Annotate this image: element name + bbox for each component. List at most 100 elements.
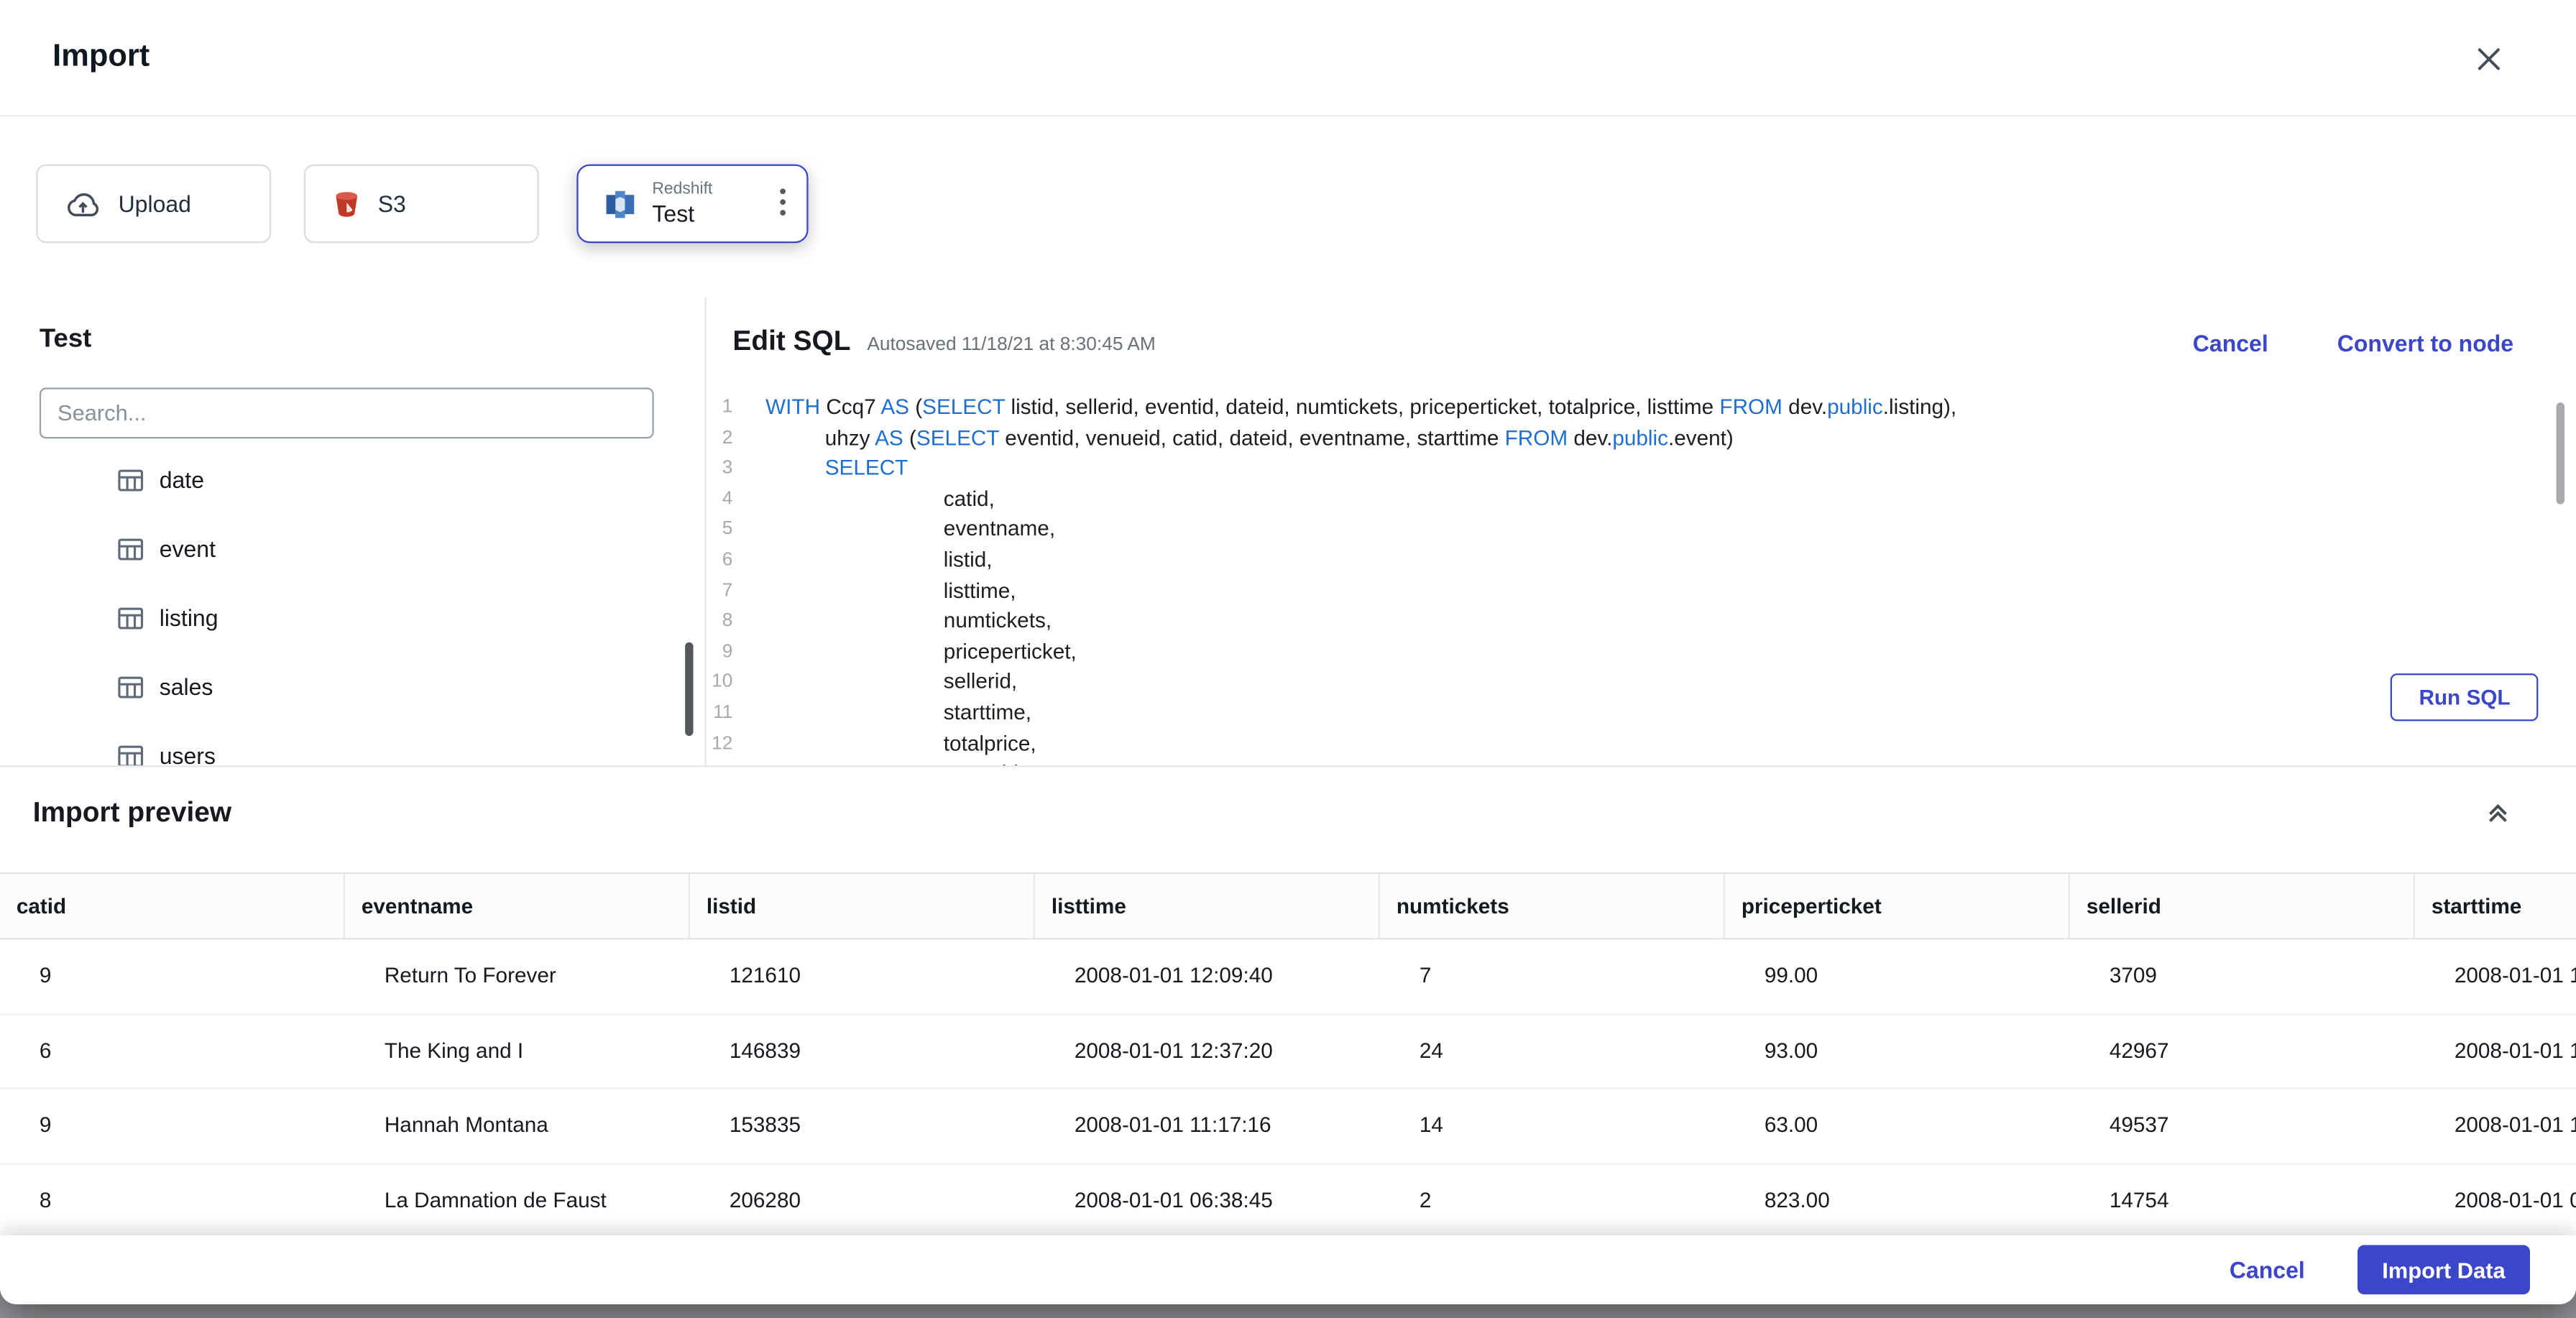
table-cell: 2	[1419, 1186, 1432, 1212]
kebab-menu-button[interactable]	[776, 183, 791, 224]
upload-card-label: Upload	[118, 190, 191, 217]
upload-card[interactable]: Upload	[36, 164, 272, 244]
modal-title: Import	[52, 39, 150, 74]
redshift-card-name: Test	[652, 200, 695, 226]
import-data-button[interactable]: Import Data	[2357, 1245, 2530, 1295]
redshift-card[interactable]: Redshift Test	[576, 164, 809, 244]
modal-scrollbar[interactable]	[2556, 402, 2564, 504]
sql-code-line: SELECT	[824, 455, 908, 480]
table-cell: Return To Forever	[384, 962, 556, 987]
table-name: users	[159, 742, 216, 766]
line-number: 13	[708, 759, 732, 765]
line-number: 8	[722, 611, 733, 632]
table-icon	[116, 466, 144, 494]
line-number: 12	[712, 733, 733, 754]
table-cell: 2008-01-01 1	[2454, 962, 2576, 987]
table-row: 8 La Damnation de Faust 206280 2008-01-01 0…	[0, 1163, 2576, 1239]
column-header-priceperticket: priceperticket	[1725, 873, 2070, 939]
table-cell: 2008-01-01 11:17:16	[1074, 1112, 1271, 1137]
table-cell: 99.00	[1764, 962, 1818, 987]
column-header-listid: listid	[690, 873, 1035, 939]
table-cell: 93.00	[1764, 1037, 1818, 1062]
table-icon	[116, 742, 144, 766]
table-cell: 14754	[2109, 1186, 2169, 1212]
sidebar-table-item-listing[interactable]: listing	[0, 583, 705, 652]
table-cell: 63.00	[1764, 1112, 1818, 1137]
connection-name-heading: Test	[39, 325, 92, 354]
cancel-button[interactable]: Cancel	[2230, 1257, 2305, 1284]
convert-to-node-link[interactable]: Convert to node	[2337, 330, 2513, 356]
table-cell: 7	[1419, 962, 1432, 987]
sql-editor[interactable]: 12345678910111213 WITH Ccq7 AS (SELECT l…	[708, 390, 2576, 766]
table-cell: 42967	[2109, 1037, 2169, 1062]
kebab-icon	[778, 186, 786, 221]
line-number: 7	[722, 581, 733, 601]
sql-code-line: venueid,	[765, 759, 1956, 766]
table-cell: 14	[1419, 1112, 1443, 1137]
close-icon	[2476, 47, 2503, 76]
table-cell: 9	[39, 1112, 52, 1137]
table-name: listing	[159, 604, 218, 631]
table-row: 6 The King and I 146839 2008-01-01 12:37:20…	[0, 1014, 2576, 1089]
sql-code[interactable]: WITH Ccq7 AS (SELECT listid, sellerid, e…	[732, 390, 1957, 766]
cancel-sql-link[interactable]: Cancel	[2193, 330, 2268, 356]
line-number: 5	[722, 520, 733, 540]
sql-code-line: WITH Ccq7 AS (SELECT listid, sellerid, e…	[765, 394, 1957, 419]
line-number: 4	[722, 489, 733, 510]
preview-table-body: 9 Return To Forever 121610 2008-01-01 12:09…	[0, 939, 2576, 1239]
import-modal: Import Upload S3 Redshift Test Test Sear…	[0, 0, 2576, 1304]
table-row: 9 Hannah Montana 153835 2008-01-01 11:17:16…	[0, 1089, 2576, 1164]
run-sql-button[interactable]: Run SQL	[2391, 673, 2539, 722]
table-cell: 3709	[2109, 962, 2157, 987]
import-preview-title: Import preview	[32, 796, 232, 828]
sidebar-scrollbar[interactable]	[685, 642, 694, 736]
sidebar: Test date event listing sales users	[0, 297, 707, 766]
line-number: 10	[712, 672, 733, 693]
s3-icon	[332, 189, 362, 218]
table-cell: 2008-01-01 12:09:40	[1074, 962, 1273, 987]
sidebar-table-item-users[interactable]: users	[0, 721, 705, 766]
table-icon	[116, 673, 144, 701]
table-cell: 2008-01-01 12:37:20	[1074, 1037, 1273, 1062]
table-cell: 2008-01-01 1	[2454, 1112, 2576, 1137]
close-button[interactable]	[2471, 42, 2507, 78]
sql-gutter: 12345678910111213	[708, 390, 732, 765]
column-header-listtime: listtime	[1035, 873, 1380, 939]
sql-code-line: numtickets,	[765, 608, 1052, 633]
redshift-card-type: Redshift	[652, 180, 713, 200]
table-cell: La Damnation de Faust	[384, 1186, 607, 1212]
table-cell: 2008-01-01 0	[2454, 1186, 2576, 1212]
import-preview-section: Import preview catid eventname listid listt…	[0, 765, 2576, 1304]
redshift-icon	[604, 188, 635, 219]
column-header-sellerid: sellerid	[2070, 873, 2415, 939]
sql-code-line: starttime,	[765, 699, 1031, 724]
edit-sql-panel: Edit SQL Autosaved 11/18/21 at 8:30:45 A…	[708, 297, 2576, 766]
edit-sql-header: Edit SQL Autosaved 11/18/21 at 8:30:45 A…	[732, 326, 1155, 359]
table-icon	[116, 535, 144, 563]
line-number: 9	[722, 642, 733, 662]
chevron-double-up-icon	[2485, 803, 2510, 829]
column-header-starttime: starttime	[2431, 893, 2522, 918]
collapse-preview-button[interactable]	[2483, 797, 2513, 833]
s3-card-label: S3	[377, 190, 406, 217]
table-cell: 2008-01-01 1	[2454, 1037, 2576, 1062]
column-header-catid: catid	[0, 873, 345, 939]
sql-code-line: catid,	[765, 486, 995, 511]
sidebar-table-item-date[interactable]: date	[0, 445, 705, 514]
sidebar-table-item-event[interactable]: event	[0, 514, 705, 583]
sidebar-table-item-sales[interactable]: sales	[0, 652, 705, 721]
table-cell: The King and I	[384, 1037, 524, 1062]
sql-code-line: listid,	[765, 547, 993, 572]
line-number: 6	[722, 550, 733, 571]
column-header-eventname: eventname	[345, 873, 690, 939]
search-input[interactable]	[39, 387, 654, 439]
modal-footer: Cancel Import Data	[0, 1235, 2576, 1304]
import-modal-screen: Import Upload S3 Redshift Test Test Sear…	[0, 0, 2576, 1317]
s3-card[interactable]: S3	[303, 164, 539, 244]
sql-code-line: listtime,	[765, 577, 1016, 602]
table-cell: 153835	[729, 1112, 801, 1137]
sql-header-actions: Cancel Convert to node	[2193, 330, 2513, 356]
sql-code-line: priceperticket,	[765, 638, 1077, 663]
table-name: date	[159, 466, 204, 493]
table-cell: 8	[39, 1186, 52, 1212]
